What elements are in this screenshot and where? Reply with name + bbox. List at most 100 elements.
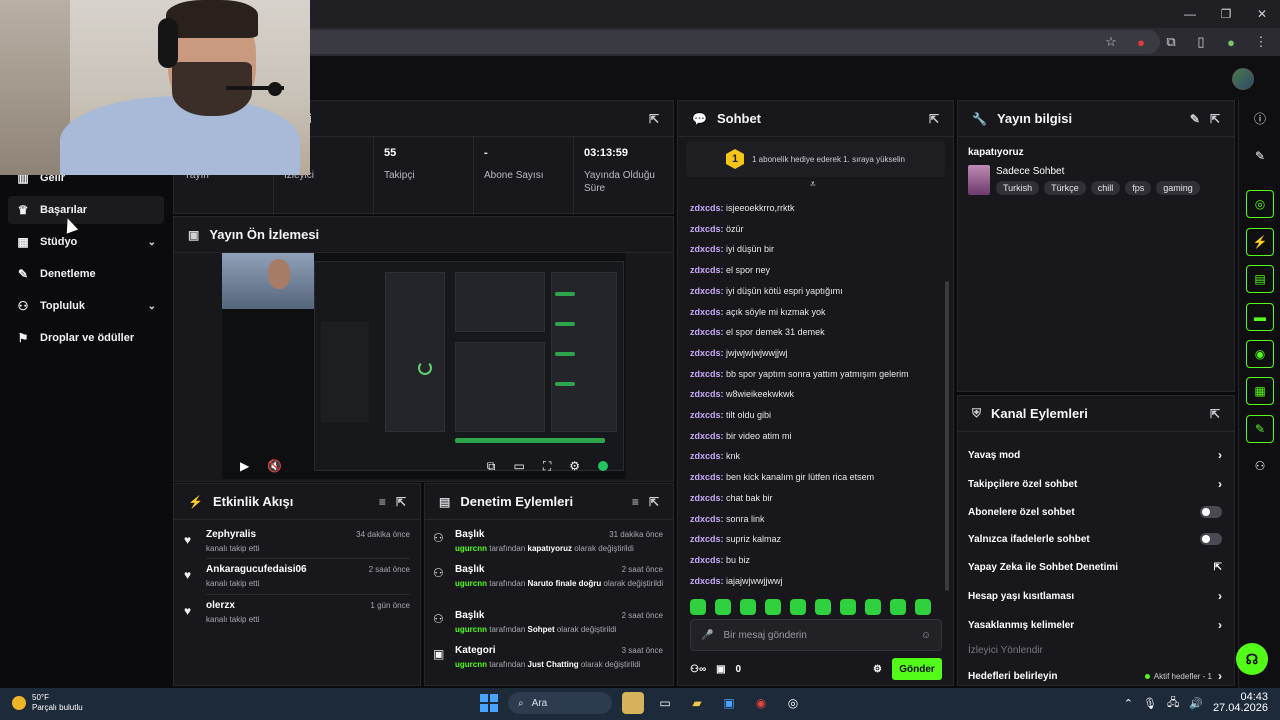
tray-chevron-icon[interactable]: ⌃ — [1124, 697, 1133, 710]
send-button[interactable]: Gönder — [892, 658, 942, 680]
list-item[interactable]: ♥ olerzx kanalı takip etti 1 gün önce — [184, 600, 410, 636]
menu-kebab-icon[interactable]: ⋮ — [1248, 30, 1274, 54]
ai-moderation-row[interactable]: Yapay Zeka ile Sohbet Denetimi ⇱ — [968, 557, 1222, 577]
emote-icon[interactable] — [915, 599, 931, 615]
scrollbar[interactable] — [945, 281, 949, 591]
popout-icon[interactable]: ⇱ — [649, 495, 659, 509]
chat-username[interactable]: zdxcds: — [690, 493, 724, 503]
chat-settings-gear-icon[interactable]: ⚙ — [873, 664, 882, 675]
store-icon[interactable]: ▣ — [718, 692, 740, 714]
chat-username[interactable]: zdxcds: — [690, 307, 724, 317]
chat-username[interactable]: zdxcds: — [690, 203, 724, 213]
obs-icon[interactable]: ◎ — [782, 692, 804, 714]
sidebar-icon[interactable]: ▯ — [1188, 30, 1214, 54]
list-item[interactable]: ▣ Kategori 3 saat önce ugurcnn tarafında… — [433, 645, 663, 679]
popout-icon[interactable]: ⇱ — [396, 495, 406, 509]
chat-username[interactable]: zdxcds: — [690, 389, 724, 399]
banned-words-row[interactable]: Yasaklanmış kelimeler › — [968, 615, 1222, 635]
chat-username[interactable]: zdxcds: — [690, 431, 724, 441]
chat-username[interactable]: zdxcds: — [690, 369, 724, 379]
emote-icon[interactable] — [740, 599, 756, 615]
popout-icon[interactable]: ⇱ — [1210, 112, 1220, 126]
chat-input[interactable]: 🎤 Bir mesaj gönderin ☺ — [690, 619, 942, 651]
settings-gear-icon[interactable]: ⚙ — [569, 459, 580, 473]
clock[interactable]: 04:43 27.04.2026 — [1213, 692, 1268, 714]
emotes-only-toggle[interactable] — [1200, 533, 1222, 545]
emote-icon[interactable] — [840, 599, 856, 615]
weather-widget[interactable]: 50°F Parçalı bulutlu — [12, 693, 83, 713]
minimize-icon[interactable]: — — [1172, 0, 1208, 28]
chat-username[interactable]: zdxcds: — [690, 265, 724, 275]
widgets-app-icon[interactable] — [622, 692, 644, 714]
stream-preview[interactable]: ▶ 🔇 ⧉ ▭ ⛶ ⚙ — [222, 253, 626, 479]
slow-mode-row[interactable]: Yavaş mod › — [968, 445, 1222, 465]
edit-pencil-icon[interactable]: ✎ — [1190, 112, 1200, 126]
emote-icon[interactable] — [715, 599, 731, 615]
microphone-tray-icon[interactable]: 🎙 — [1143, 697, 1157, 710]
popout-icon[interactable]: ⇱ — [929, 112, 939, 126]
screenshot-icon[interactable]: ◎ — [1246, 190, 1274, 218]
close-icon[interactable]: ✕ — [1244, 0, 1280, 28]
sidebar-item-community[interactable]: ⚇ Topluluk ⌄ — [8, 292, 164, 320]
lightning-icon[interactable]: ⚡ — [1246, 228, 1274, 256]
chat-username[interactable]: zdxcds: — [690, 348, 724, 358]
wrench-icon[interactable]: ✎ — [1246, 415, 1274, 443]
info-icon[interactable]: ⓘ — [1246, 104, 1274, 132]
play-icon[interactable]: ▶ — [240, 459, 249, 473]
chat-username[interactable]: zdxcds: — [690, 286, 724, 296]
popout-icon[interactable]: ⇱ — [1210, 407, 1220, 421]
sidebar-item-studio[interactable]: ▦ Stüdyo ⌄ — [8, 228, 164, 256]
sidebar-item-moderation[interactable]: ✎ Denetleme — [8, 260, 164, 288]
chat-bubble-icon[interactable]: ▬ — [1246, 303, 1274, 331]
pip-icon[interactable]: ⧉ — [487, 459, 496, 474]
volume-icon[interactable]: 🔊 — [1189, 697, 1203, 710]
emote-icon[interactable] — [815, 599, 831, 615]
emote-icon[interactable] — [765, 599, 781, 615]
emote-icon[interactable] — [690, 599, 706, 615]
chrome-icon[interactable]: ◉ — [750, 692, 772, 714]
list-item[interactable]: ♥ Zephyralis kanalı takip etti 34 dakika… — [184, 529, 410, 565]
emote-icon[interactable] — [865, 599, 881, 615]
sidebar-item-achievements[interactable]: ♛ Başarılar — [8, 196, 164, 224]
emote-icon[interactable] — [890, 599, 906, 615]
bookmark-star-icon[interactable]: ☆ — [1098, 30, 1124, 54]
emote-icon[interactable] — [790, 599, 806, 615]
restore-icon[interactable]: ❐ — [1208, 0, 1244, 28]
chat-username[interactable]: zdxcds: — [690, 534, 724, 544]
chat-username[interactable]: zdxcds: — [690, 555, 724, 565]
account-age-row[interactable]: Hesap yaşı kısıtlaması › — [968, 586, 1222, 606]
windows-start-icon[interactable] — [480, 694, 498, 712]
pinned-gift-banner[interactable]: 1 1 abonelik hediye ederek 1. sıraya yük… — [686, 141, 945, 177]
popout-icon[interactable]: ⇱ — [649, 112, 659, 126]
extensions-puzzle-icon[interactable]: ⧉ — [1158, 30, 1184, 54]
fullscreen-icon[interactable]: ⛶ — [543, 459, 551, 474]
support-chat-button[interactable]: ☊ — [1236, 643, 1268, 675]
sidebar-item-drops[interactable]: ⚑ Droplar ve ödüller — [8, 324, 164, 352]
profile-icon[interactable]: ● — [1218, 30, 1244, 54]
chat-username[interactable]: zdxcds: — [690, 224, 724, 234]
chat-username[interactable]: zdxcds: — [690, 327, 724, 337]
theater-icon[interactable]: ▭ — [513, 459, 524, 473]
followers-only-row[interactable]: Takipçilere özel sohbet › — [968, 474, 1222, 494]
chat-username[interactable]: zdxcds: — [690, 244, 724, 254]
file-explorer-icon[interactable]: ▰ — [686, 692, 708, 714]
chat-username[interactable]: zdxcds: — [690, 514, 724, 524]
network-icon[interactable]: 🖧 — [1167, 694, 1179, 713]
filter-icon[interactable]: ≡ — [632, 495, 639, 509]
list-item[interactable]: ⚇ Başlık 31 dakika önce ugurcnn tarafınd… — [433, 529, 663, 565]
layout-icon[interactable]: ▦ — [1246, 377, 1274, 405]
avatar[interactable] — [1232, 68, 1254, 90]
edit-pencil-icon[interactable]: ✎ — [1246, 142, 1274, 170]
microphone-icon[interactable]: 🎤 — [701, 630, 713, 641]
chat-username[interactable]: zdxcds: — [690, 576, 724, 586]
emoji-icon[interactable]: ☺ — [921, 630, 931, 641]
subscribers-only-toggle[interactable] — [1200, 506, 1222, 518]
chat-username[interactable]: zdxcds: — [690, 472, 724, 482]
infinity-users-icon[interactable]: ⚇∞ — [690, 664, 706, 675]
mute-icon[interactable]: 🔇 — [267, 459, 282, 473]
chat-username[interactable]: zdxcds: — [690, 451, 724, 461]
chat-username[interactable]: zdxcds: — [690, 410, 724, 420]
filter-icon[interactable]: ≡ — [379, 495, 386, 509]
taskbar-search[interactable]: ⌕ Ara — [508, 692, 612, 714]
document-icon[interactable]: ▤ — [1246, 265, 1274, 293]
